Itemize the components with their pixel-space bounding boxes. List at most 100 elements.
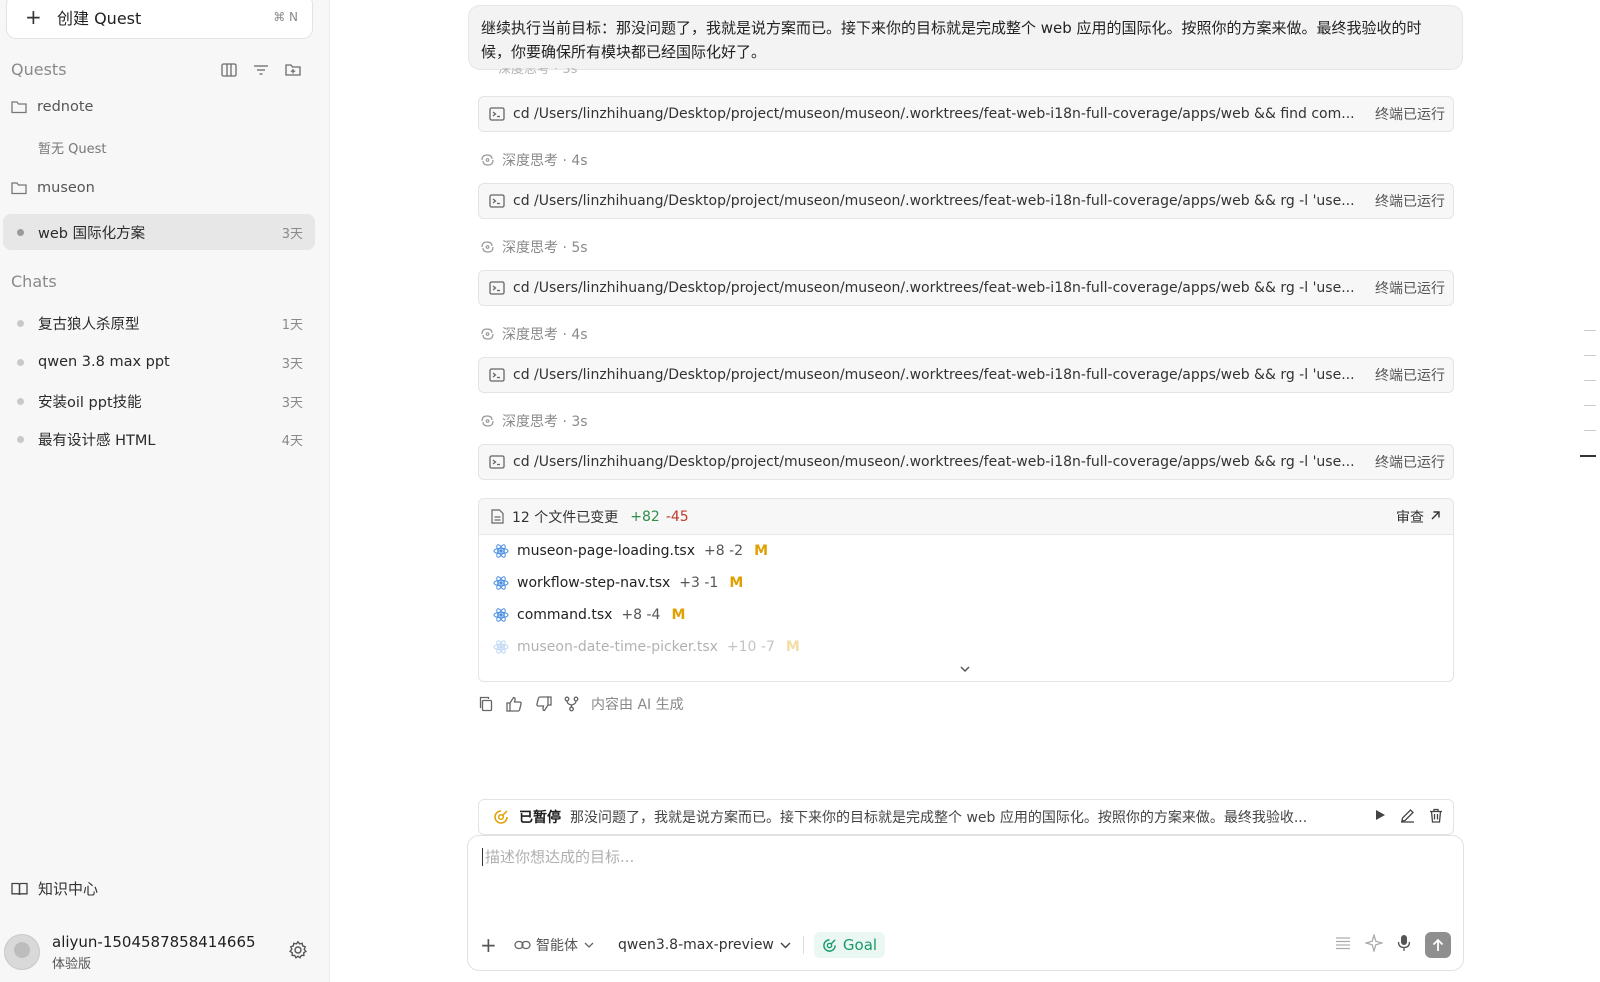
- thinking-label: 深度思考 · 5s: [502, 240, 588, 256]
- thinking-label: 深度思考 · 3s: [502, 414, 588, 430]
- list-icon[interactable]: [1335, 936, 1351, 954]
- chat-item-label: 最有设计感 HTML: [38, 432, 156, 449]
- deletions-count: -45: [665, 508, 689, 525]
- command-status: 终端已运行: [1375, 194, 1445, 210]
- branch-icon[interactable]: [564, 696, 579, 712]
- thumbs-down-icon[interactable]: [535, 696, 552, 712]
- terminal-icon: [489, 281, 505, 295]
- play-icon[interactable]: [1374, 808, 1386, 827]
- copy-icon[interactable]: [478, 696, 494, 712]
- chat-item-label: qwen 3.8 max ppt: [38, 354, 170, 370]
- command-text: cd /Users/linzhihuang/Desktop/project/mu…: [513, 193, 1355, 209]
- terminal-icon: [489, 368, 505, 382]
- thinking-row[interactable]: 深度思考 · 5s: [480, 237, 588, 257]
- chats-section-title: Chats: [11, 272, 57, 291]
- quest-item[interactable]: web 国际化方案 3天: [3, 214, 315, 250]
- filter-icon[interactable]: [251, 60, 271, 80]
- chat-item-label: 复古狼人杀原型: [38, 316, 140, 333]
- chat-item[interactable]: 最有设计感 HTML 4天: [3, 421, 315, 457]
- changed-file-row[interactable]: workflow-step-nav.tsx +3 -1 M: [493, 575, 743, 591]
- chat-item-label: 安装oil ppt技能: [38, 394, 142, 411]
- avatar: [4, 934, 40, 970]
- folder-name: museon: [37, 180, 95, 196]
- chat-item[interactable]: 复古狼人杀原型 1天: [3, 305, 315, 341]
- layout-columns-icon[interactable]: [219, 60, 239, 80]
- user-profile[interactable]: aliyun-1504587858414665 体验版: [4, 928, 314, 976]
- thinking-icon: [481, 154, 494, 166]
- chevron-down-icon: [584, 942, 594, 948]
- add-attachment-button[interactable]: +: [480, 933, 500, 957]
- empty-quest-note: 暂无 Quest: [38, 142, 107, 157]
- folder-museon[interactable]: museon: [11, 180, 95, 196]
- terminal-command-row[interactable]: cd /Users/linzhihuang/Desktop/project/mu…: [478, 270, 1454, 306]
- command-status: 终端已运行: [1375, 455, 1445, 471]
- command-status: 终端已运行: [1375, 281, 1445, 297]
- new-folder-icon[interactable]: [283, 60, 303, 80]
- react-icon: [493, 608, 509, 622]
- thinking-icon: [481, 241, 494, 253]
- thinking-row[interactable]: 深度思考 · 4s: [480, 150, 588, 170]
- file-changes-header[interactable]: 12 个文件已变更 +82 -45 审查: [479, 499, 1453, 535]
- composer-toolbar: + 智能体 qwen3.8-max-preview Goal: [480, 930, 1451, 960]
- terminal-command-row[interactable]: cd /Users/linzhihuang/Desktop/project/mu…: [478, 183, 1454, 219]
- scroll-minimap[interactable]: [1580, 330, 1596, 481]
- chevron-down-icon: [780, 942, 791, 948]
- edit-icon[interactable]: [1400, 808, 1415, 827]
- new-quest-shortcut: ⌘ N: [273, 9, 298, 24]
- chat-item[interactable]: qwen 3.8 max ppt 3天: [3, 344, 315, 380]
- file-name: museon-page-loading.tsx: [517, 543, 696, 559]
- file-stat: +8 -2: [704, 543, 744, 559]
- terminal-command-row[interactable]: cd /Users/linzhihuang/Desktop/project/mu…: [478, 357, 1454, 393]
- file-name: workflow-step-nav.tsx: [517, 575, 671, 591]
- thinking-row[interactable]: 深度思考 · 3s: [480, 411, 588, 431]
- knowledge-center-link[interactable]: 知识中心: [11, 878, 98, 899]
- chat-item-age: 3天: [281, 356, 303, 372]
- link-icon: [514, 940, 531, 950]
- divider: [802, 936, 804, 954]
- command-text: cd /Users/linzhihuang/Desktop/project/mu…: [513, 367, 1355, 383]
- thinking-icon: [481, 415, 494, 427]
- folder-rednote[interactable]: rednote: [11, 99, 93, 115]
- trash-icon[interactable]: [1429, 808, 1443, 827]
- quests-section-title: Quests: [11, 60, 67, 79]
- chat-item[interactable]: 安装oil ppt技能 3天: [3, 383, 315, 419]
- thumbs-up-icon[interactable]: [506, 696, 523, 712]
- scrolled-thinking-label: 深度思考 · 3s: [498, 68, 578, 76]
- file-stat: +10 -7: [726, 639, 775, 655]
- thinking-row[interactable]: 深度思考 · 4s: [480, 324, 588, 344]
- command-text: cd /Users/linzhihuang/Desktop/project/mu…: [513, 106, 1355, 122]
- status-dot: [17, 228, 24, 236]
- chevron-down-icon[interactable]: [959, 661, 971, 677]
- thinking-label: 深度思考 · 4s: [502, 327, 588, 343]
- composer: + 智能体 qwen3.8-max-preview Goal: [467, 835, 1464, 971]
- goal-label: Goal: [842, 936, 878, 954]
- agent-selector[interactable]: 智能体: [514, 935, 594, 955]
- review-button[interactable]: 审查: [1396, 507, 1441, 527]
- goal-input[interactable]: [482, 848, 1442, 866]
- chat-item-age: 3天: [281, 395, 303, 411]
- thinking-icon: [481, 328, 494, 340]
- send-button[interactable]: [1425, 932, 1451, 958]
- goal-toggle[interactable]: Goal: [813, 932, 886, 958]
- command-status: 终端已运行: [1375, 368, 1445, 384]
- microphone-icon[interactable]: [1397, 934, 1411, 956]
- sparkle-icon[interactable]: [1363, 932, 1385, 956]
- changed-file-row[interactable]: command.tsx +8 -4 M: [493, 607, 685, 623]
- terminal-command-row[interactable]: cd /Users/linzhihuang/Desktop/project/mu…: [478, 96, 1454, 132]
- changes-summary: 12 个文件已变更: [512, 509, 619, 526]
- user-name: aliyun-1504587858414665: [52, 932, 256, 951]
- changed-file-row[interactable]: museon-date-time-picker.tsx +10 -7 M: [493, 639, 800, 655]
- book-icon: [11, 882, 28, 895]
- changed-file-row[interactable]: museon-page-loading.tsx +8 -2 M: [493, 543, 768, 559]
- gear-icon[interactable]: [288, 940, 308, 964]
- file-modified-badge: M: [754, 543, 768, 559]
- message-actions: 内容由 AI 生成: [478, 694, 684, 714]
- folder-icon: [11, 182, 27, 195]
- additions-count: +82: [630, 508, 660, 525]
- quests-toolbar: [219, 60, 303, 80]
- model-selector[interactable]: qwen3.8-max-preview: [618, 937, 791, 953]
- arrow-up-right-icon: [1430, 509, 1441, 525]
- new-quest-button[interactable]: + 创建 Quest ⌘ N: [6, 0, 313, 39]
- model-label: qwen3.8-max-preview: [618, 937, 774, 953]
- terminal-command-row[interactable]: cd /Users/linzhihuang/Desktop/project/mu…: [478, 444, 1454, 480]
